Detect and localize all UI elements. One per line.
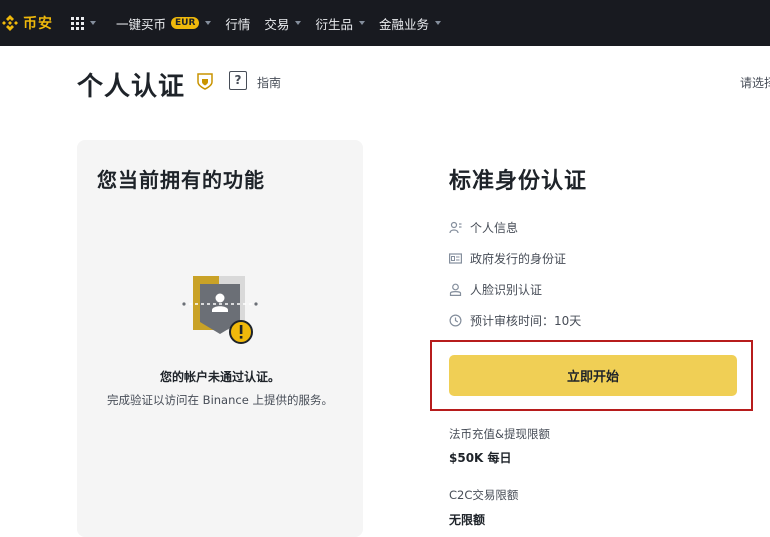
unverified-status-title: 您的帐户未通过认证。	[159, 370, 280, 384]
list-item: 政府发行的身份证	[449, 243, 581, 274]
clock-icon	[449, 314, 462, 327]
chevron-down-icon	[358, 21, 365, 25]
requirement-label: 个人信息	[470, 221, 519, 235]
nav-item-markets[interactable]: 行情	[225, 14, 250, 33]
select-dropdown[interactable]: 请选择	[740, 74, 770, 91]
current-features-title: 您当前拥有的功能	[97, 168, 265, 192]
person-info-icon	[449, 221, 462, 234]
current-features-card: 您当前拥有的功能 您的帐户未通过认证。 完成验证以访问在 Binance 上提供…	[77, 140, 363, 537]
requirement-label: 预计审核时间：10天	[470, 314, 582, 328]
nav-item-trade[interactable]: 交易	[264, 14, 302, 33]
currency-badge: EUR	[171, 17, 200, 29]
nav-item-label: 金融业务	[378, 16, 429, 32]
list-item: 个人信息	[449, 212, 581, 243]
page-title: 个人认证	[77, 72, 186, 102]
chevron-down-icon	[434, 21, 441, 25]
nav-item-label: 行情	[225, 16, 251, 32]
guide-link[interactable]: 指南	[257, 74, 281, 91]
c2c-limit-label: C2C交易限额	[449, 488, 519, 502]
binance-logo-icon	[2, 15, 18, 31]
nav-menu: 一键买币 EUR 行情 交易 衍生品 金融业务	[116, 14, 441, 33]
requirements-list: 个人信息 政府发行的身份证 人脸识别认证 预计审核时间：10天	[449, 212, 581, 336]
question-icon[interactable]: ?	[229, 71, 247, 90]
chevron-down-icon	[295, 21, 302, 25]
top-nav-bar: 币安 一键买币 EUR 行情 交易 衍生品 金融业务	[0, 0, 770, 46]
fiat-limit-value: $50K 每日	[449, 451, 512, 465]
apps-menu-button[interactable]	[71, 16, 96, 30]
list-item: 人脸识别认证	[449, 274, 581, 305]
id-card-icon	[449, 253, 462, 264]
face-id-icon	[449, 283, 462, 296]
unverified-status-description: 完成验证以访问在 Binance 上提供的服务。	[107, 393, 333, 407]
requirement-label: 政府发行的身份证	[470, 252, 567, 266]
grid-icon	[71, 16, 84, 30]
chevron-down-icon	[90, 21, 96, 25]
fiat-limit-label: 法币充值&提现限额	[449, 427, 550, 441]
c2c-limit-value: 无限额	[449, 513, 486, 527]
nav-item-label: 交易	[264, 16, 290, 32]
start-verification-button[interactable]: 立即开始	[449, 355, 737, 396]
nav-item-derivatives[interactable]: 衍生品	[315, 14, 365, 33]
logo-text: 币安	[23, 16, 53, 32]
list-item: 预计审核时间：10天	[449, 305, 581, 336]
nav-item-buy-crypto[interactable]: 一键买币 EUR	[116, 14, 212, 33]
shield-icon[interactable]	[197, 73, 213, 90]
unverified-id-illustration-icon	[182, 276, 258, 344]
chevron-down-icon	[205, 21, 212, 25]
requirement-label: 人脸识别认证	[470, 283, 543, 297]
standard-verification-title: 标准身份认证	[449, 169, 588, 194]
nav-item-label: 一键买币	[116, 16, 167, 32]
binance-logo[interactable]: 币安	[0, 0, 53, 46]
nav-item-finance[interactable]: 金融业务	[379, 14, 441, 33]
nav-item-label: 衍生品	[315, 16, 353, 32]
